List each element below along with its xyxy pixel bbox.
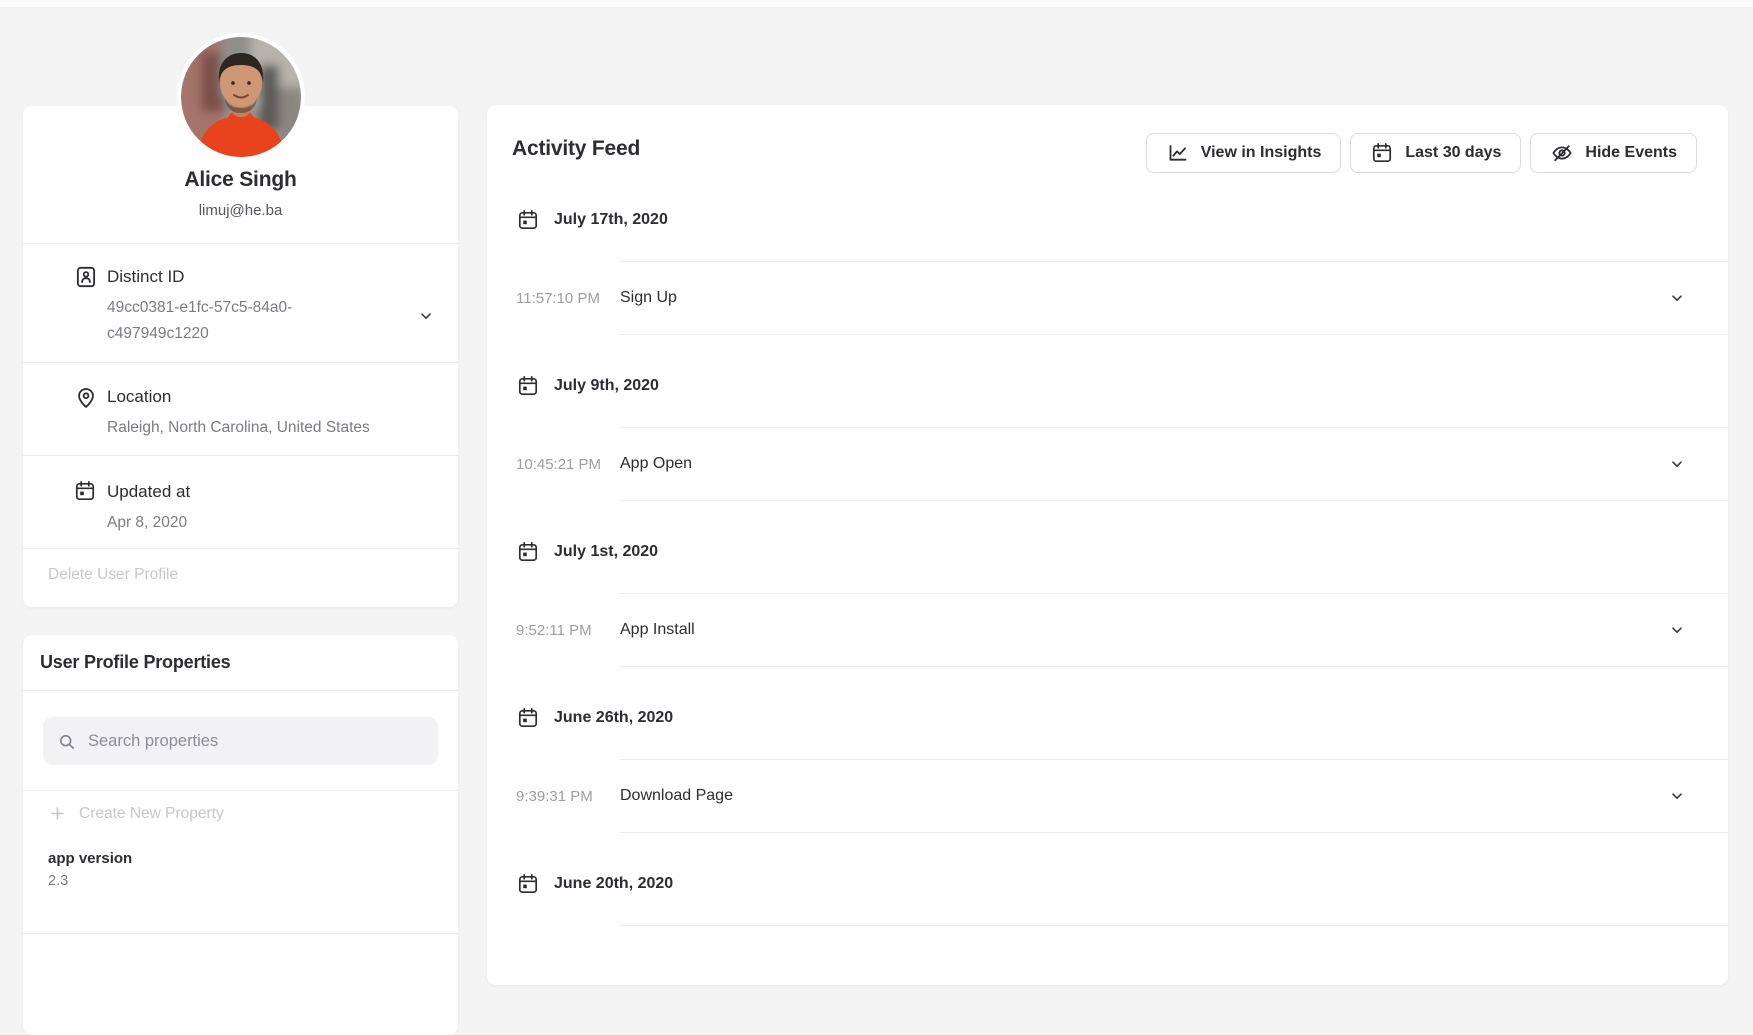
profile-field-label: Distinct ID — [107, 267, 184, 287]
create-new-property-button[interactable]: Create New Property — [48, 804, 224, 823]
event-row[interactable]: 11:57:10 PMSign Up — [516, 262, 1728, 334]
event-row[interactable]: 9:52:11 PMApp Install — [516, 594, 1728, 666]
activity-feed-card: Activity Feed View in Insights Last 30 da… — [487, 105, 1728, 985]
calendar-icon — [516, 374, 540, 398]
chevron-down-icon[interactable] — [418, 308, 434, 324]
hide-events-button[interactable]: Hide Events — [1530, 133, 1697, 173]
event-time: 11:57:10 PM — [516, 290, 620, 307]
profile-field-label: Updated at — [107, 482, 190, 502]
feed-date-header: July 9th, 2020 — [516, 372, 1728, 400]
event-name: App Open — [620, 455, 692, 473]
profile-name: Alice Singh — [23, 168, 458, 192]
event-name: Sign Up — [620, 289, 677, 307]
user-profile-card: Alice Singh limuj@he.ba Distinct ID 49cc0… — [23, 106, 458, 607]
activity-feed-title: Activity Feed — [512, 137, 640, 161]
feed-date-group: July 1st, 2020 9:52:11 PMApp Install — [516, 538, 1728, 667]
divider — [23, 243, 458, 244]
feed-date-label: July 9th, 2020 — [554, 377, 659, 395]
feed-date-label: July 1st, 2020 — [554, 543, 658, 561]
feed-date-label: July 17th, 2020 — [554, 211, 668, 229]
chevron-down-icon[interactable] — [1669, 290, 1685, 306]
profile-field-value: 49cc0381-e1fc-57c5-84a0- c497949c1220 — [107, 295, 292, 347]
eye-off-icon — [1550, 141, 1574, 165]
line-chart-icon — [1166, 141, 1190, 165]
search-properties-input[interactable] — [88, 732, 424, 751]
delete-user-profile-button[interactable]: Delete User Profile — [48, 566, 178, 584]
location-pin-icon — [73, 384, 99, 410]
feed-date-group: July 17th, 2020 11:57:10 PMSign Up — [516, 206, 1728, 335]
feed-date-header: June 20th, 2020 — [516, 870, 1728, 898]
profile-field-value: Apr 8, 2020 — [107, 510, 187, 536]
divider — [620, 832, 1728, 833]
button-label: Hide Events — [1585, 144, 1677, 162]
chevron-down-icon[interactable] — [1669, 456, 1685, 472]
profile-email: limuj@he.ba — [23, 202, 458, 219]
calendar-icon — [516, 872, 540, 896]
plus-icon — [48, 804, 67, 823]
event-row[interactable]: 9:39:31 PMDownload Page — [516, 760, 1728, 832]
user-profile-properties-card: User Profile Properties Create New Prope… — [23, 635, 458, 1035]
properties-title: User Profile Properties — [40, 652, 230, 673]
avatar — [177, 33, 305, 161]
divider — [23, 362, 458, 363]
profile-field-label: Location — [107, 387, 171, 407]
divider — [620, 500, 1728, 501]
id-card-icon — [73, 264, 99, 290]
property-list-item: app version 2.3 — [48, 850, 132, 889]
chevron-down-icon[interactable] — [1669, 788, 1685, 804]
event-time: 9:39:31 PM — [516, 788, 620, 805]
divider — [620, 666, 1728, 667]
property-name: app version — [48, 850, 132, 867]
calendar-icon — [1370, 141, 1394, 165]
view-in-insights-button[interactable]: View in Insights — [1146, 133, 1342, 173]
divider — [23, 548, 458, 549]
feed-date-header: July 17th, 2020 — [516, 206, 1728, 234]
event-time: 10:45:21 PM — [516, 456, 620, 473]
event-time: 9:52:11 PM — [516, 622, 620, 639]
feed-date-group: June 20th, 2020 — [516, 870, 1728, 926]
feed-date-label: June 20th, 2020 — [554, 875, 673, 893]
create-new-property-label: Create New Property — [79, 805, 224, 823]
profile-field-value: Raleigh, North Carolina, United States — [107, 415, 370, 441]
calendar-icon — [516, 706, 540, 730]
property-value: 2.3 — [48, 873, 132, 889]
divider — [23, 690, 458, 691]
feed-date-header: June 26th, 2020 — [516, 704, 1728, 732]
divider — [620, 925, 1728, 926]
button-label: Last 30 days — [1405, 144, 1501, 162]
button-label: View in Insights — [1201, 144, 1322, 162]
feed-date-header: July 1st, 2020 — [516, 538, 1728, 566]
event-row[interactable]: 10:45:21 PMApp Open — [516, 428, 1728, 500]
feed-date-group: July 9th, 2020 10:45:21 PMApp Open — [516, 372, 1728, 501]
event-name: Download Page — [620, 787, 733, 805]
divider — [23, 933, 458, 934]
avatar-image — [181, 37, 301, 157]
top-strip — [0, 0, 1753, 7]
feed-date-label: June 26th, 2020 — [554, 709, 673, 727]
chevron-down-icon[interactable] — [1669, 622, 1685, 638]
search-properties-box[interactable] — [43, 717, 438, 765]
search-icon — [57, 732, 76, 751]
divider — [620, 334, 1728, 335]
calendar-icon — [516, 540, 540, 564]
activity-toolbar: View in Insights Last 30 days Hide Events — [1146, 133, 1697, 173]
last-30-days-button[interactable]: Last 30 days — [1350, 133, 1521, 173]
feed-date-group: June 26th, 2020 9:39:31 PMDownload Page — [516, 704, 1728, 833]
event-name: App Install — [620, 621, 695, 639]
activity-feed-list: July 17th, 2020 11:57:10 PMSign Up July 9t… — [516, 206, 1728, 963]
calendar-icon — [516, 208, 540, 232]
calendar-icon — [73, 479, 97, 503]
divider — [23, 790, 458, 791]
divider — [23, 455, 458, 456]
